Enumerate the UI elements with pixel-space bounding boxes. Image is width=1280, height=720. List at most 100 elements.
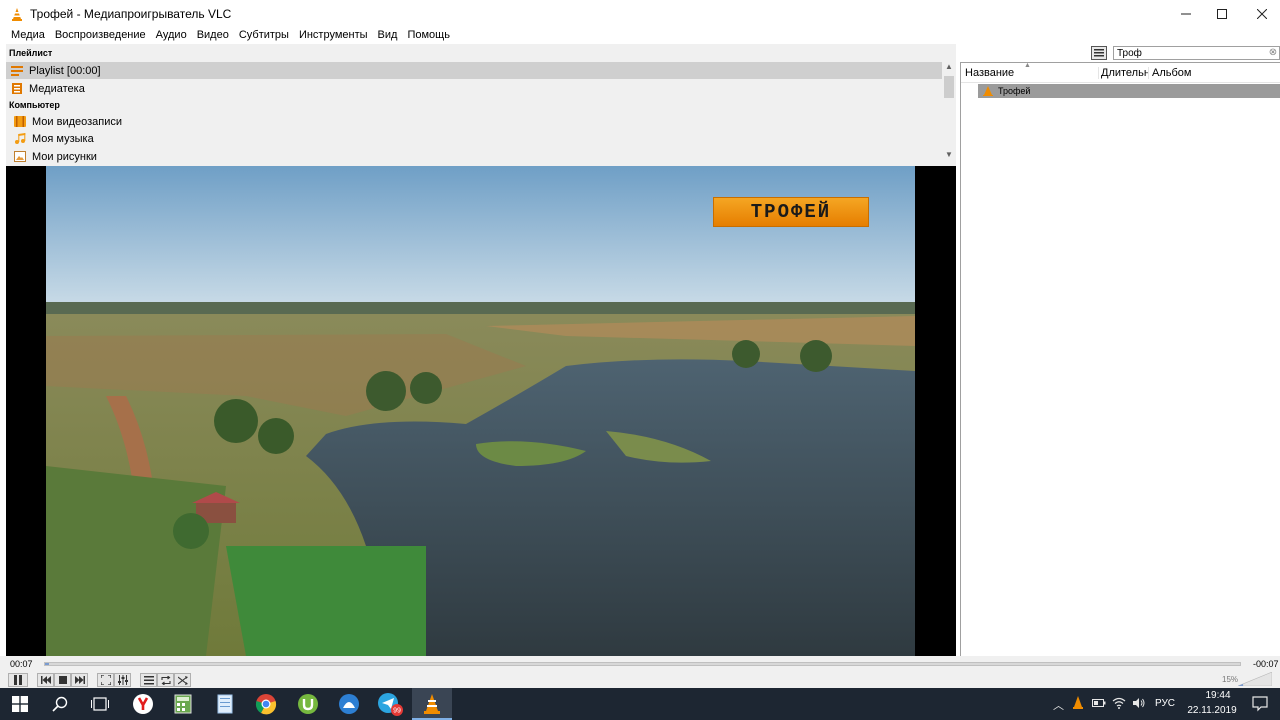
- minimize-icon: [1181, 13, 1191, 14]
- telegram-icon: 99: [378, 693, 403, 716]
- sidebar-item-pictures[interactable]: Мои рисунки: [6, 148, 97, 165]
- music-note-icon: [15, 133, 26, 144]
- seek-bar[interactable]: [44, 662, 1241, 666]
- previous-button[interactable]: [37, 673, 54, 687]
- menu-subtitles[interactable]: Субтитры: [234, 29, 294, 41]
- menu-audio[interactable]: Аудио: [151, 29, 192, 41]
- library-icon: [12, 83, 22, 94]
- menu-media[interactable]: Медиа: [6, 29, 50, 41]
- speaker-icon[interactable]: [1132, 697, 1146, 709]
- equalizer-icon: [117, 675, 128, 685]
- menu-view[interactable]: Вид: [373, 29, 403, 41]
- playlist-icon: [143, 675, 154, 684]
- pause-button[interactable]: [8, 673, 28, 687]
- previous-icon: [40, 676, 51, 684]
- close-icon: [1257, 8, 1267, 19]
- taskbar-chrome[interactable]: [246, 688, 286, 720]
- task-view-button[interactable]: [80, 688, 120, 720]
- yandex-browser-icon: [133, 694, 153, 714]
- list-view-icon: [1094, 49, 1104, 57]
- sidebar-item-library[interactable]: Медиатека: [6, 80, 85, 97]
- menu-bar: Медиа Воспроизведение Аудио Видео Субтит…: [0, 27, 1280, 42]
- playlist-view-toggle-button[interactable]: [1091, 46, 1107, 60]
- videos-folder-icon: [14, 116, 26, 127]
- vlc-cone-icon: [12, 7, 22, 21]
- taskbar-search-button[interactable]: [40, 688, 80, 720]
- shuffle-button[interactable]: [174, 673, 191, 687]
- seek-row: 00:07 -00:07: [0, 656, 1280, 672]
- input-language-indicator[interactable]: РУС: [1155, 698, 1175, 709]
- column-header-duration[interactable]: Длительность: [1098, 67, 1148, 79]
- close-button[interactable]: [1239, 0, 1280, 27]
- fullscreen-icon: [100, 675, 111, 685]
- telegram-badge: 99: [393, 708, 401, 715]
- clear-search-icon[interactable]: ⊗: [1267, 47, 1279, 59]
- playback-controls: 15%: [0, 672, 1280, 688]
- column-header-title[interactable]: Название: [965, 67, 1014, 79]
- scroll-down-icon[interactable]: ▼: [944, 150, 954, 160]
- loop-button[interactable]: [157, 673, 174, 687]
- notifications-icon[interactable]: [1252, 696, 1268, 712]
- clock-date[interactable]: 22.11.2019: [1182, 705, 1242, 716]
- extended-settings-button[interactable]: [114, 673, 131, 687]
- column-header-album[interactable]: Альбом: [1148, 67, 1191, 79]
- sidebar-item-music[interactable]: Моя музыка: [6, 130, 94, 147]
- loop-icon: [160, 675, 171, 685]
- elapsed-time: 00:07: [10, 659, 33, 669]
- sidebar-item-videos[interactable]: Мои видеозаписи: [6, 113, 122, 130]
- fullscreen-button[interactable]: [97, 673, 114, 687]
- taskbar: 99 ︿ РУС 19:44 22.11.2019: [0, 688, 1280, 720]
- playlist-icon: [11, 66, 23, 76]
- vlc-tray-icon[interactable]: [1072, 696, 1084, 710]
- calculator-icon: [174, 694, 192, 714]
- vlc-cone-icon: [424, 694, 440, 714]
- playlist-search-input[interactable]: [1113, 46, 1280, 60]
- playlist-section-header: Плейлист: [9, 48, 53, 58]
- menu-playback[interactable]: Воспроизведение: [50, 29, 151, 41]
- vlc-cone-icon: [983, 86, 993, 96]
- stop-icon: [58, 676, 67, 684]
- toggle-playlist-button[interactable]: [140, 673, 157, 687]
- wifi-icon[interactable]: [1112, 697, 1126, 709]
- scroll-up-icon[interactable]: ▲: [944, 62, 954, 72]
- menu-tools[interactable]: Инструменты: [294, 29, 373, 41]
- computer-section-header: Компьютер: [9, 100, 60, 110]
- video-frame-landscape: [46, 166, 915, 656]
- next-icon: [74, 676, 85, 684]
- menu-help[interactable]: Помощь: [402, 29, 455, 41]
- taskbar-utorrent[interactable]: [288, 688, 328, 720]
- remaining-time[interactable]: -00:07: [1253, 659, 1279, 669]
- battery-icon[interactable]: [1092, 698, 1106, 708]
- table-row[interactable]: Трофей: [978, 84, 1280, 98]
- sidebar-item-label: Мои рисунки: [32, 150, 97, 163]
- chrome-icon: [255, 694, 277, 715]
- taskbar-notepad[interactable]: [205, 688, 245, 720]
- explorer-icon: [339, 694, 359, 714]
- sidebar-item-label: Playlist [00:00]: [29, 64, 101, 77]
- window-title: Трофей - Медиапроигрыватель VLC: [30, 6, 232, 21]
- taskbar-explorer-app[interactable]: [329, 688, 369, 720]
- show-hidden-icons-icon[interactable]: ︿: [1053, 697, 1064, 713]
- seek-progress: [45, 663, 49, 665]
- taskbar-calculator[interactable]: [163, 688, 203, 720]
- next-button[interactable]: [71, 673, 88, 687]
- taskbar-vlc[interactable]: [412, 688, 452, 720]
- clock-time[interactable]: 19:44: [1194, 690, 1242, 701]
- taskbar-yandex-browser[interactable]: [123, 688, 163, 720]
- sidebar: Плейлист Playlist [00:00] Медиатека Комп…: [6, 44, 956, 166]
- scroll-thumb[interactable]: [944, 76, 954, 98]
- taskbar-telegram[interactable]: 99: [370, 688, 410, 720]
- sidebar-item-playlist[interactable]: Playlist [00:00]: [6, 62, 942, 79]
- pause-icon: [14, 675, 22, 685]
- video-area[interactable]: ТРОФЕЙ: [6, 166, 956, 656]
- stop-button[interactable]: [54, 673, 71, 687]
- title-bar: Трофей - Медиапроигрыватель VLC: [0, 0, 1280, 27]
- pictures-icon: [14, 151, 26, 162]
- menu-video[interactable]: Видео: [192, 29, 234, 41]
- sidebar-scrollbar[interactable]: ▲ ▼: [942, 62, 956, 166]
- volume-level-label: 15%: [1222, 675, 1239, 684]
- volume-slider[interactable]: [1238, 672, 1272, 686]
- windows-start-button[interactable]: [0, 688, 40, 720]
- channel-logo: ТРОФЕЙ: [713, 197, 869, 227]
- playlist-table: Название ▲ Длительность Альбом Трофей: [960, 62, 1280, 656]
